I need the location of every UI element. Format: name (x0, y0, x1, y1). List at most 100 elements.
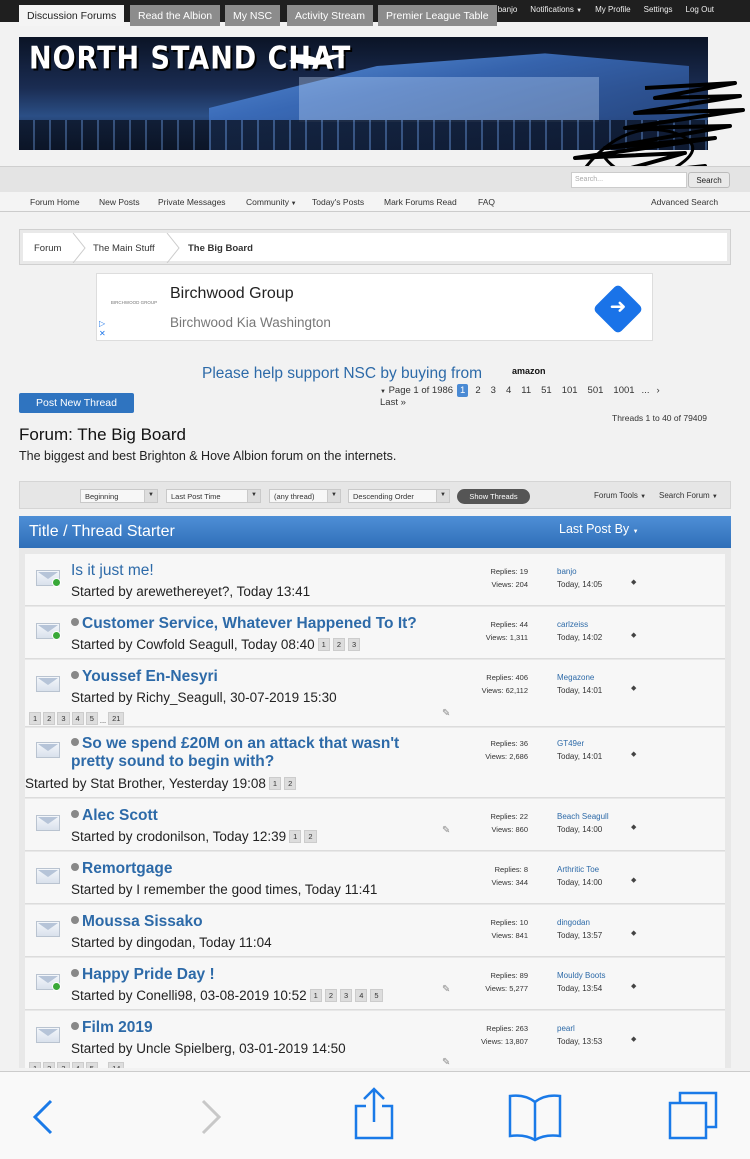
support-text[interactable]: Please help support NSC by buying from (202, 365, 482, 383)
thread-title[interactable]: Alec Scott (71, 807, 158, 825)
order-select[interactable]: Descending Order ▼ (348, 489, 450, 503)
page-11[interactable]: 11 (518, 384, 534, 397)
notifications-link[interactable]: Notifications ▼ (530, 5, 582, 14)
thread-page-link[interactable]: 1 (29, 1062, 42, 1068)
advert-banner[interactable]: BIRCHWOOD GROUP Birchwood Group Birchwoo… (96, 273, 653, 341)
thread-page-link[interactable]: 4 (71, 1062, 84, 1068)
tab-read-the-albion[interactable]: Read the Albion (130, 5, 221, 26)
thread-title[interactable]: Is it just me! (71, 562, 154, 580)
last-post-user[interactable]: Arthritic Toe (557, 865, 599, 874)
page-501[interactable]: 501 (585, 384, 607, 397)
thread-page-link[interactable]: 5 (370, 989, 383, 1002)
page-label[interactable]: ▼ Page 1 of 1986 (380, 385, 453, 396)
thread-page-link[interactable]: 5 (85, 712, 98, 725)
table-row[interactable]: So we spend £20M on an attack that wasn'… (25, 728, 725, 798)
thread-title[interactable]: Youssef En-Nesyri (71, 668, 218, 686)
thread-page-link[interactable]: 1 (289, 830, 302, 843)
page-1[interactable]: 1 (457, 383, 469, 397)
table-row[interactable]: Customer Service, Whatever Happened To I… (25, 607, 725, 659)
settings-link[interactable]: Settings (644, 5, 673, 14)
post-new-thread-button[interactable]: Post New Thread (19, 393, 134, 413)
table-row[interactable]: Moussa Sissako Started by dingodan, Toda… (25, 905, 725, 957)
tab-my-nsc[interactable]: My NSC (225, 5, 281, 26)
subnav-private-messages[interactable]: Private Messages (158, 197, 226, 207)
thread-page-link[interactable]: 1 (309, 989, 322, 1002)
thread-title[interactable]: Film 2019 (71, 1019, 153, 1037)
goto-last-post-icon[interactable]: ◆ (631, 876, 636, 884)
table-row[interactable]: Happy Pride Day ! Started by Conelli98, … (25, 958, 725, 1010)
tab-discussion-forums[interactable]: Discussion Forums (19, 5, 125, 26)
tab-activity-stream[interactable]: Activity Stream (287, 5, 374, 26)
sort-by-select[interactable]: Last Post Time ▼ (166, 489, 261, 503)
subnav-todays-posts[interactable]: Today's Posts (312, 197, 364, 207)
share-icon[interactable] (352, 1086, 396, 1140)
table-row[interactable]: Is it just me! Started by arewethereyet?… (25, 554, 725, 606)
breadcrumb-forum[interactable]: Forum (34, 243, 61, 254)
page-3[interactable]: 3 (488, 384, 499, 397)
thread-title[interactable]: Happy Pride Day ! (71, 966, 215, 984)
goto-last-post-icon[interactable]: ◆ (631, 982, 636, 990)
thread-page-link[interactable]: 2 (324, 989, 338, 1002)
last-post-user[interactable]: carlzeiss (557, 620, 588, 629)
thread-page-link[interactable]: 14 (108, 1062, 125, 1068)
subnav-faq[interactable]: FAQ (478, 197, 495, 207)
thread-title[interactable]: Customer Service, Whatever Happened To I… (71, 615, 417, 633)
page-101[interactable]: 101 (559, 384, 581, 397)
thread-page-link[interactable]: 1 (317, 638, 330, 651)
thread-page-link[interactable]: 2 (304, 830, 317, 843)
last-post-user[interactable]: Mouldy Boots (557, 971, 605, 980)
last-post-user[interactable]: Megazone (557, 673, 594, 682)
table-row[interactable]: Youssef En-Nesyri Started by Richy_Seagu… (25, 660, 725, 727)
page-4[interactable]: 4 (503, 384, 514, 397)
thread-page-link[interactable]: 2 (43, 712, 56, 725)
amazon-logo[interactable]: amazon (512, 366, 546, 376)
tabs-icon[interactable] (666, 1090, 720, 1142)
thread-title[interactable]: So we spend £20M on an attack that wasn'… (71, 735, 399, 771)
table-row[interactable]: Alec Scott Started by crodonilson, Today… (25, 799, 725, 851)
goto-last-post-icon[interactable]: ◆ (631, 750, 636, 758)
thread-page-link[interactable]: 21 (108, 712, 125, 725)
thread-page-link[interactable]: 3 (57, 712, 70, 725)
thread-title[interactable]: Moussa Sissako (71, 913, 203, 931)
column-title[interactable]: Title / Thread Starter (29, 523, 175, 541)
goto-last-post-icon[interactable]: ◆ (631, 929, 636, 937)
advanced-search-link[interactable]: Advanced Search (651, 197, 718, 207)
thread-page-link[interactable]: 2 (332, 638, 346, 651)
goto-last-post-icon[interactable]: ◆ (631, 578, 636, 586)
subnav-community[interactable]: Community ▼ (246, 197, 297, 207)
ad-title[interactable]: Birchwood Group (170, 285, 294, 303)
last-post-user[interactable]: pearl (557, 1024, 575, 1033)
goto-last-post-icon[interactable]: ◆ (631, 1035, 636, 1043)
thread-title[interactable]: Remortgage (71, 860, 172, 878)
table-row[interactable]: Remortgage Started by I remember the goo… (25, 852, 725, 904)
thread-page-link[interactable]: 2 (43, 1062, 56, 1068)
page-2[interactable]: 2 (472, 384, 483, 397)
adchoices-icon[interactable]: ▷ ✕ (99, 319, 106, 339)
thread-page-link[interactable]: 3 (57, 1062, 70, 1068)
last-post-user[interactable]: dingodan (557, 918, 590, 927)
tab-premier-league-table[interactable]: Premier League Table (378, 5, 497, 26)
goto-last-post-icon[interactable]: ◆ (631, 684, 636, 692)
my-profile-link[interactable]: My Profile (595, 5, 631, 14)
thread-page-link[interactable]: 3 (340, 989, 353, 1002)
page-1001[interactable]: 1001 (610, 384, 637, 397)
subnav-forum-home[interactable]: Forum Home (30, 197, 80, 207)
thread-page-link[interactable]: 4 (355, 989, 368, 1002)
last-post-user[interactable]: Beach Seagull (557, 812, 609, 821)
goto-last-post-icon[interactable]: ◆ (631, 631, 636, 639)
thread-page-link[interactable]: 5 (85, 1062, 98, 1068)
chevron-right-icon[interactable] (198, 1098, 224, 1136)
last-post-user[interactable]: banjo (557, 567, 577, 576)
chevron-left-icon[interactable] (30, 1098, 56, 1136)
book-icon[interactable] (507, 1092, 563, 1142)
last-post-user[interactable]: GT49er (557, 739, 584, 748)
thread-page-link[interactable]: 1 (268, 777, 282, 790)
search-button[interactable]: Search (688, 172, 730, 188)
forum-tools-menu[interactable]: Forum Tools ▼ (594, 491, 646, 500)
column-last-post[interactable]: Last Post By ▼ (559, 522, 639, 536)
goto-last-post-icon[interactable]: ◆ (631, 823, 636, 831)
page-51[interactable]: 51 (538, 384, 555, 397)
search-input[interactable]: Search... (571, 172, 687, 188)
date-range-select[interactable]: Beginning ▼ (80, 489, 158, 503)
subnav-new-posts[interactable]: New Posts (99, 197, 140, 207)
